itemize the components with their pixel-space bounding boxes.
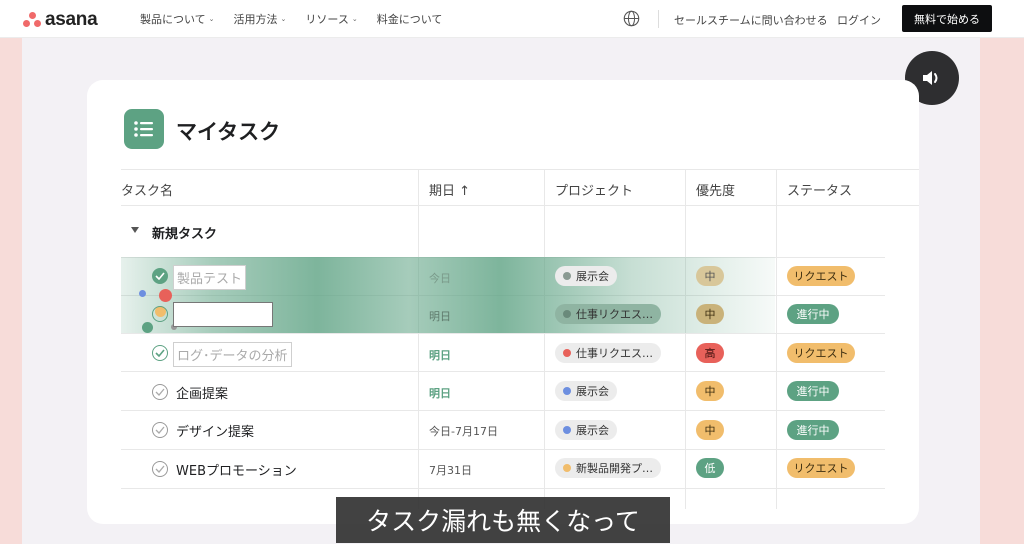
status-tag[interactable]: 進行中 bbox=[787, 381, 839, 401]
status-tag[interactable]: リクエスト bbox=[787, 266, 855, 286]
contact-sales-link[interactable]: セールスチームに問い合わせる bbox=[674, 12, 828, 28]
nav-item-resources[interactable]: リソース ⌄ bbox=[305, 11, 357, 27]
status-tag[interactable]: 進行中 bbox=[787, 420, 839, 440]
priority-tag[interactable]: 低 bbox=[696, 458, 724, 478]
top-navigation: asana 製品について ⌄ 活用方法 ⌄ リソース ⌄ 料金について セールス… bbox=[0, 0, 1024, 38]
project-label: 仕事リクエス… bbox=[576, 308, 653, 321]
project-tag[interactable]: 仕事リクエス… bbox=[555, 343, 661, 363]
status-tag[interactable]: リクエスト bbox=[787, 458, 855, 478]
task-name[interactable]: ログ･データの分析 bbox=[173, 342, 292, 367]
project-dot bbox=[563, 464, 571, 472]
nav-divider bbox=[658, 10, 659, 28]
due-date[interactable]: 明日 bbox=[429, 385, 451, 401]
nav-item-usage[interactable]: 活用方法 ⌄ bbox=[234, 11, 287, 27]
background-left bbox=[0, 38, 22, 544]
project-label: 展示会 bbox=[576, 385, 609, 398]
project-dot bbox=[563, 310, 571, 318]
complete-check-icon[interactable] bbox=[152, 268, 168, 284]
project-label: 新製品開発プ… bbox=[576, 462, 653, 475]
project-label: 展示会 bbox=[576, 270, 609, 283]
project-tag[interactable]: 展示会 bbox=[555, 420, 617, 440]
nav-item-label: 製品について bbox=[140, 13, 206, 26]
speaker-icon bbox=[923, 71, 938, 85]
task-name[interactable]: 製品テスト bbox=[173, 265, 247, 290]
task-name-input[interactable] bbox=[173, 302, 273, 327]
project-tag[interactable]: 展示会 bbox=[555, 381, 617, 401]
due-date[interactable]: 明日 bbox=[429, 308, 451, 324]
chevron-down-icon: ⌄ bbox=[351, 15, 358, 23]
task-name[interactable]: 企画提案 bbox=[176, 383, 228, 402]
globe-icon[interactable] bbox=[623, 10, 640, 27]
nav-item-pricing[interactable]: 料金について bbox=[377, 11, 443, 27]
asana-logo[interactable]: asana bbox=[23, 9, 98, 31]
priority-tag[interactable]: 中 bbox=[696, 381, 724, 401]
column-header-date[interactable]: 期日 ↑ bbox=[429, 180, 470, 199]
nav-item-label: 活用方法 bbox=[233, 13, 278, 26]
due-date[interactable]: 明日 bbox=[429, 347, 451, 363]
background-right bbox=[980, 38, 1024, 544]
column-header-task[interactable]: タスク名 bbox=[121, 180, 173, 199]
nav-item-label: 料金について bbox=[376, 13, 443, 26]
project-tag[interactable]: 新製品開発プ… bbox=[555, 458, 661, 478]
section-title[interactable]: 新規タスク bbox=[152, 223, 217, 242]
nav-menu: 製品について ⌄ 活用方法 ⌄ リソース ⌄ 料金について bbox=[140, 0, 461, 38]
priority-tag[interactable]: 中 bbox=[696, 266, 724, 286]
task-name[interactable]: WEBプロモーション bbox=[176, 460, 297, 479]
complete-check-icon[interactable] bbox=[152, 306, 168, 322]
video-subtitle: タスク漏れも無くなって bbox=[336, 497, 670, 543]
chevron-down-icon: ⌄ bbox=[280, 15, 287, 23]
project-dot bbox=[563, 426, 571, 434]
status-tag[interactable]: 進行中 bbox=[787, 304, 839, 324]
column-header-priority[interactable]: 優先度 bbox=[696, 180, 735, 199]
due-date[interactable]: 7月31日 bbox=[429, 462, 472, 478]
column-header-project[interactable]: プロジェクト bbox=[555, 180, 633, 199]
project-dot bbox=[563, 272, 571, 280]
priority-tag[interactable]: 中 bbox=[696, 420, 724, 440]
nav-item-product[interactable]: 製品について ⌄ bbox=[140, 11, 215, 27]
cursor-dot bbox=[139, 290, 146, 297]
complete-check-icon[interactable] bbox=[152, 384, 168, 400]
asana-logo-icon bbox=[23, 12, 41, 28]
project-dot bbox=[563, 349, 571, 357]
logo-text: asana bbox=[45, 9, 98, 30]
my-tasks-card: マイタスク タスク名 期日 ↑ プロジェクト 優先度 ステータス 新規タスク 製… bbox=[87, 80, 919, 524]
project-tag[interactable]: 展示会 bbox=[555, 266, 617, 286]
chevron-down-icon: ⌄ bbox=[208, 15, 215, 23]
login-link[interactable]: ログイン bbox=[837, 12, 881, 28]
project-tag[interactable]: 仕事リクエス… bbox=[555, 304, 661, 324]
status-tag[interactable]: リクエスト bbox=[787, 343, 855, 363]
priority-tag[interactable]: 高 bbox=[696, 343, 724, 363]
priority-tag[interactable]: 中 bbox=[696, 304, 724, 324]
project-label: 展示会 bbox=[576, 424, 609, 437]
cursor-dot bbox=[142, 322, 153, 333]
task-name[interactable]: デザイン提案 bbox=[176, 421, 254, 440]
complete-check-icon[interactable] bbox=[152, 422, 168, 438]
column-header-status[interactable]: ステータス bbox=[787, 180, 852, 199]
list-icon bbox=[124, 109, 164, 149]
complete-check-icon[interactable] bbox=[152, 345, 168, 361]
due-date[interactable]: 今日 bbox=[429, 270, 451, 286]
nav-item-label: リソース bbox=[305, 13, 349, 26]
cursor-dot bbox=[159, 289, 172, 302]
caret-down-icon[interactable] bbox=[131, 227, 139, 233]
due-date[interactable]: 今日-7月17日 bbox=[429, 423, 498, 439]
start-free-button[interactable]: 無料で始める bbox=[902, 5, 992, 32]
complete-check-icon[interactable] bbox=[152, 461, 168, 477]
page-title: マイタスク bbox=[176, 120, 281, 144]
project-dot bbox=[563, 387, 571, 395]
project-label: 仕事リクエス… bbox=[576, 347, 653, 360]
